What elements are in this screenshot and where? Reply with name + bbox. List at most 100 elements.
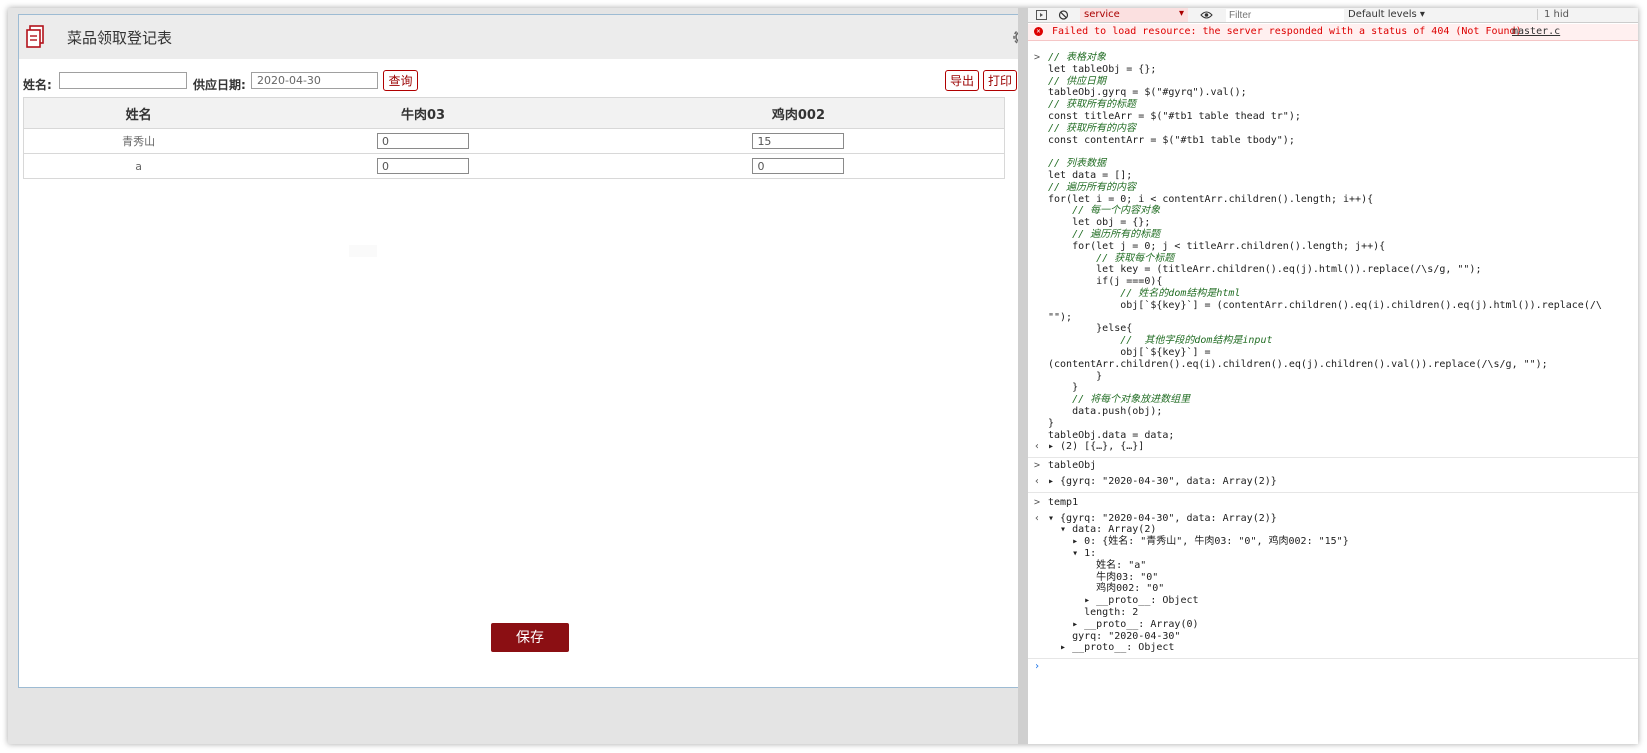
code-line: // 列表数据 (1048, 158, 1107, 170)
error-text: Failed to load resource: the server resp… (1052, 26, 1522, 37)
prompt-icon: > (1034, 460, 1041, 472)
eye-icon[interactable] (1200, 10, 1213, 20)
code-line: (contentArr.children().eq(i).children().… (1048, 358, 1548, 370)
code-line: // 其他字段的dom结构是input (1048, 335, 1273, 347)
hidden-count: 1 hid (1537, 9, 1569, 20)
console-separator (1028, 658, 1638, 660)
code-line: // 遍历所有的标题 (1048, 229, 1161, 240)
clear-console-icon[interactable] (1058, 10, 1069, 20)
code-line: for(let j = 0; j < titleArr.children().l… (1048, 240, 1386, 252)
beef-input[interactable] (377, 133, 470, 149)
code-line: // 表格对象 (1048, 52, 1107, 63)
code-line: const contentArr = $("#tb1 table tbody")… (1048, 134, 1295, 146)
code-line: if(j ===0){ (1048, 276, 1163, 288)
column-header-name: 姓名 (23, 97, 254, 129)
dialog: 菜品领取登记表 姓名: 供应日期: 查询 导出 打 (18, 14, 1076, 688)
table-row: 青秀山 (23, 128, 1005, 154)
row-beef-cell (253, 128, 593, 154)
code-line: // 遍历所有的内容 (1048, 181, 1137, 193)
code-line: } (1048, 382, 1079, 394)
table-header-row: 姓名 牛肉03 鸡肉002 (23, 97, 1005, 129)
chicken-input[interactable] (752, 158, 845, 174)
dialog-header: 菜品领取登记表 (19, 15, 1075, 59)
browser-frame: 菜品领取登记表 姓名: 供应日期: 查询 导出 打 (8, 8, 1638, 744)
console-result: ▸ {gyrq: "2020-04-30", data: Array(2)} (1048, 476, 1277, 487)
code-line: obj[`${key}`] = (contentArr.children().e… (1048, 299, 1602, 311)
code-line: const titleArr = $("#tb1 table thead tr"… (1048, 111, 1301, 122)
data-table: 姓名 牛肉03 鸡肉002 青秀山 a (23, 97, 1005, 179)
code-line: // 供应日期 (1048, 75, 1107, 87)
code-line: let obj = {}; (1048, 217, 1151, 229)
faint-artifact (349, 245, 377, 257)
console-filter-input[interactable] (1226, 9, 1344, 22)
object-tree-line: 姓名: "a" (1048, 559, 1147, 571)
save-button[interactable]: 保存 (491, 623, 569, 652)
code-line: // 获取所有的内容 (1048, 122, 1137, 134)
object-tree-line: gyrq: "2020-04-30" (1048, 630, 1181, 642)
log-levels-dropdown[interactable]: Default levels ▾ (1348, 9, 1425, 20)
error-source-link[interactable]: master.c (1512, 26, 1560, 37)
prompt-icon: > (1034, 496, 1041, 508)
code-line: }else{ (1048, 323, 1133, 335)
code-line: tableObj.data = data; (1048, 429, 1175, 441)
console-separator (1028, 457, 1638, 459)
object-tree-line: ▸ __proto__: Array(0) (1048, 618, 1199, 630)
name-input[interactable] (59, 72, 187, 89)
code-line: } (1048, 417, 1055, 429)
column-header-chicken: 鸡肉002 (592, 97, 1005, 129)
object-tree-line: ▸ 0: {姓名: "青秀山", 牛肉03: "0", 鸡肉002: "15"} (1048, 536, 1349, 548)
context-select[interactable]: service ▾ (1080, 8, 1188, 22)
code-line: ""); (1048, 311, 1073, 323)
code-line: let tableObj = {}; (1048, 63, 1157, 75)
code-line: data.push(obj); (1048, 406, 1163, 417)
error-message-row: ✕ Failed to load resource: the server re… (1028, 24, 1638, 41)
row-name: 青秀山 (23, 128, 254, 154)
prompt-icon: > (1034, 52, 1041, 63)
code-line: } (1048, 370, 1103, 382)
dialog-title: 菜品领取登记表 (67, 29, 173, 47)
app-area: 菜品领取登记表 姓名: 供应日期: 查询 导出 打 (8, 8, 1076, 744)
code-line: // 获取每个标题 (1048, 252, 1175, 264)
result-arrow-icon: ‹ (1034, 441, 1041, 453)
filter-row: 姓名: 供应日期: 查询 导出 打印 (19, 67, 1075, 97)
console-command: tableObj (1048, 460, 1097, 472)
chicken-input[interactable] (752, 133, 845, 149)
row-chicken-cell (592, 128, 1005, 154)
code-line: // 姓名的dom结构是html (1048, 288, 1241, 299)
console-input-caret[interactable]: › (1034, 661, 1040, 672)
date-input[interactable] (251, 72, 378, 89)
date-label: 供应日期: (193, 78, 246, 92)
code-line: for(let i = 0; i < contentArr.children()… (1048, 193, 1374, 205)
object-tree-line: ▾ 1: (1048, 548, 1097, 559)
code-line: let key = (titleArr.children().eq(j).htm… (1048, 264, 1482, 276)
code-line: tableObj.gyrq = $("#gyrq").val(); (1048, 87, 1247, 99)
object-tree-line: 鸡肉002: "0" (1048, 583, 1165, 595)
object-tree-line: ▾ data: Array(2) (1048, 524, 1157, 536)
panel-resize-handle[interactable] (1018, 8, 1028, 744)
beef-input[interactable] (377, 158, 470, 174)
object-tree-line: length: 2 (1048, 607, 1139, 618)
print-button[interactable]: 打印 (983, 70, 1017, 91)
result-arrow-icon: ‹ (1034, 512, 1041, 524)
devtools-console: service ▾ Default levels ▾ 1 hid ✕ Failed… (1028, 8, 1638, 744)
object-tree-line: 牛肉03: "0" (1048, 571, 1159, 583)
row-beef-cell (253, 153, 593, 179)
chevron-down-icon: ▾ (1178, 8, 1184, 19)
name-label: 姓名: (23, 78, 52, 92)
object-tree-line: ▾ {gyrq: "2020-04-30", data: Array(2)} (1048, 512, 1277, 524)
console-toolbar: service ▾ Default levels ▾ 1 hid (1028, 8, 1638, 23)
result-arrow-icon: ‹ (1034, 476, 1041, 487)
table-row: a (23, 153, 1005, 179)
export-button[interactable]: 导出 (945, 70, 979, 91)
page: 菜品领取登记表 姓名: 供应日期: 查询 导出 打 (0, 0, 1647, 753)
code-line: obj[`${key}`] = (1048, 347, 1211, 358)
query-button[interactable]: 查询 (383, 70, 418, 91)
sidebar-toggle-icon[interactable] (1036, 10, 1047, 20)
console-result: ▸ (2) [{…}, {…}] (1048, 441, 1145, 453)
object-tree-line: ▸ __proto__: Object (1048, 595, 1199, 607)
console-command: temp1 (1048, 496, 1079, 508)
document-icon (26, 25, 44, 48)
code-line: // 获取所有的标题 (1048, 99, 1137, 111)
error-icon: ✕ (1034, 27, 1043, 36)
row-chicken-cell (592, 153, 1005, 179)
